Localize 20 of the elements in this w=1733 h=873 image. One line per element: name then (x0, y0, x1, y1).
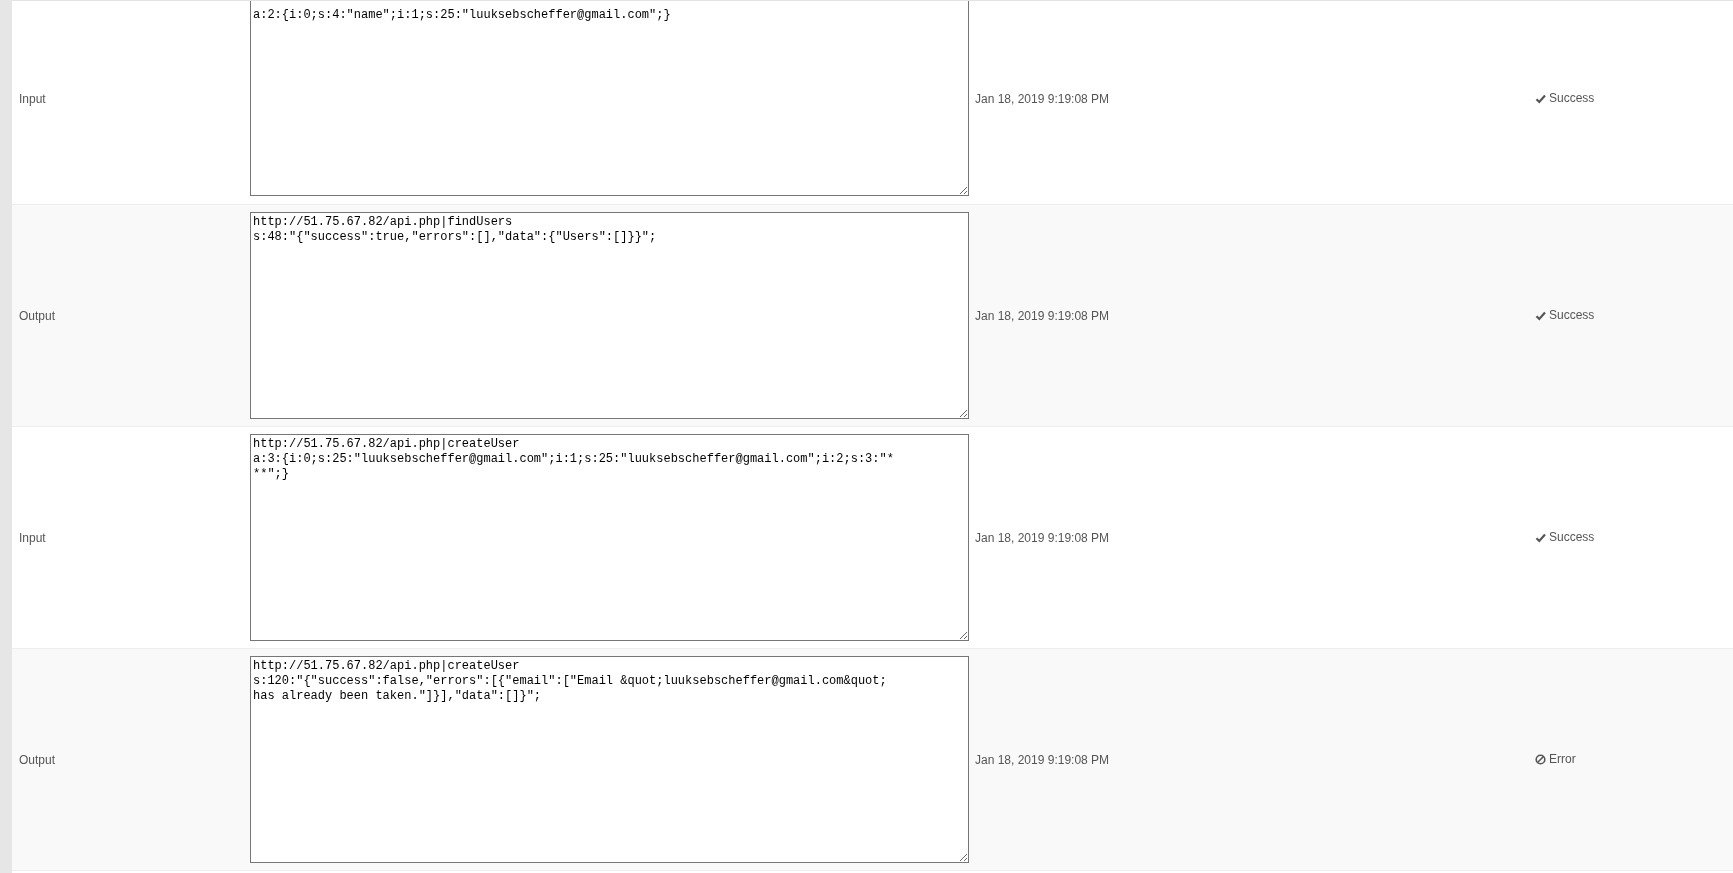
timestamp: Jan 18, 2019 9:19:08 PM (974, 307, 1111, 325)
prohibited-icon (1535, 753, 1546, 765)
check-icon (1535, 531, 1546, 543)
check-icon (1535, 92, 1546, 104)
status-label: Success (1535, 528, 1595, 546)
payload-field[interactable]: http://51.75.67.82/api.php|findUsers s:48:"{"success":true,"errors":[],"data":{"Users":[]}}"; (250, 212, 969, 419)
payload-field[interactable]: a:2:{i:0;s:4:"name";i:1;s:25:"luuksebscheffer@gmail.com";} (250, 1, 969, 196)
timestamp: Jan 18, 2019 9:19:08 PM (974, 751, 1111, 769)
check-icon (1535, 309, 1546, 321)
timestamp: Jan 18, 2019 9:19:08 PM (974, 529, 1111, 547)
status-label: Success (1535, 306, 1595, 324)
status-label: Error (1535, 750, 1576, 768)
row-type: Input (18, 90, 47, 108)
status-label: Success (1535, 89, 1595, 107)
row-type: Output (18, 307, 57, 325)
payload-field[interactable]: http://51.75.67.82/api.php|createUser s:120:"{"success":false,"errors":[{"email":["Email &quot;luuksebscheffer@gmail.com&quot; has already been taken."]}],"data":[]}"; (250, 656, 969, 863)
row-type: Output (18, 751, 57, 769)
payload-field[interactable]: http://51.75.67.82/api.php|createUser a:3:{i:0;s:25:"luuksebscheffer@gmail.com";i:1;s:25:"luuksebscheffer@gmail.com";i:2;s:3:"* **";} (250, 434, 969, 641)
timestamp: Jan 18, 2019 9:19:08 PM (974, 90, 1111, 108)
row-type: Input (18, 529, 47, 547)
